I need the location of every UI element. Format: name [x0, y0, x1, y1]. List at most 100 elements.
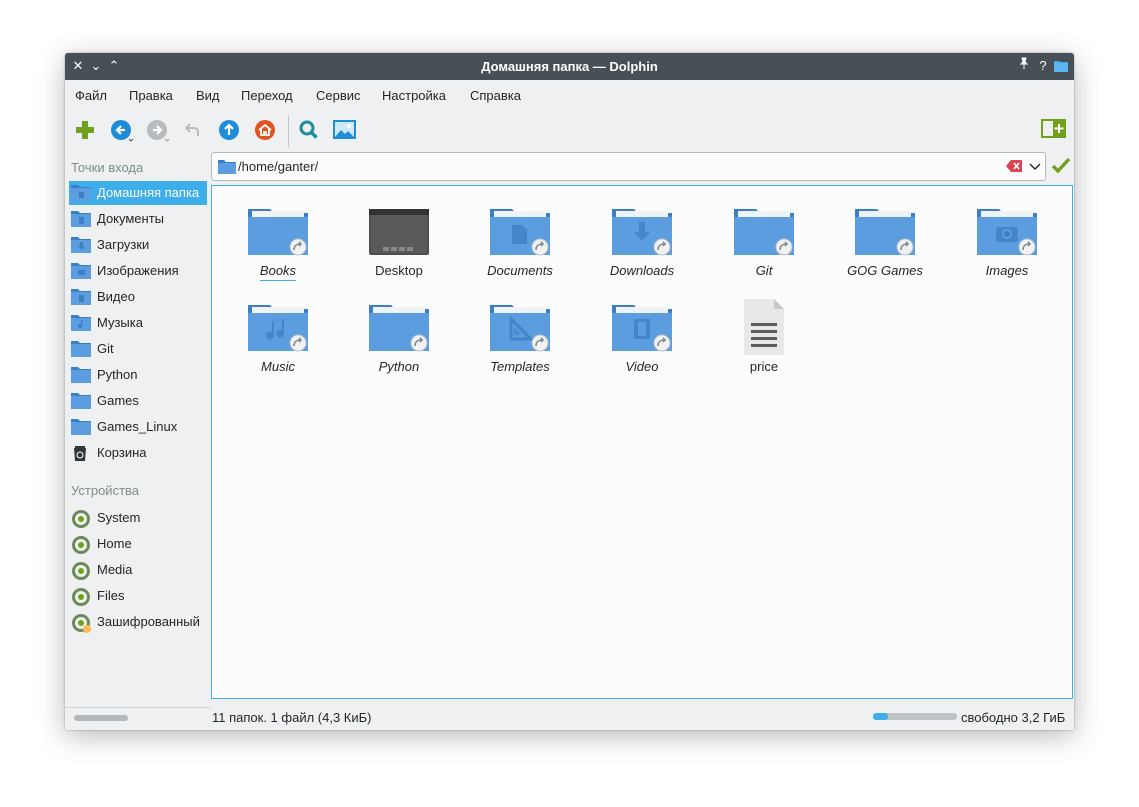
file-name: Downloads — [609, 263, 675, 278]
sidebar-item-games_linux[interactable]: Games_Linux — [69, 415, 207, 439]
split-view-icon — [1041, 119, 1066, 138]
location-path-input[interactable]: /home/ganter/ — [238, 159, 318, 174]
folder-link-icon — [246, 299, 310, 355]
file-name: Books — [259, 263, 297, 278]
folder-icon — [218, 160, 236, 174]
menu-go[interactable]: Переход — [241, 88, 293, 103]
app-menu-button[interactable] — [1053, 57, 1069, 75]
split-view-button[interactable] — [1039, 116, 1067, 144]
sidebar-item-изображения[interactable]: Изображения — [69, 259, 207, 283]
encrypted-drive-icon — [71, 613, 91, 633]
file-name: Git — [755, 263, 773, 278]
file-item-books[interactable]: Books — [223, 203, 333, 293]
videos-folder-icon — [71, 288, 91, 306]
folder-link-icon — [853, 203, 917, 259]
sidebar-item-label: Games — [97, 393, 139, 408]
music-folder-icon — [71, 314, 91, 332]
menu-view[interactable]: Вид — [196, 88, 220, 103]
drive-icon — [71, 509, 91, 528]
undo-button[interactable] — [179, 116, 207, 144]
sidebar-item-label: Документы — [97, 211, 165, 226]
accept-path-icon[interactable] — [1051, 157, 1071, 175]
forward-button[interactable] — [143, 116, 171, 144]
folder-link-icon — [488, 299, 552, 355]
help-button[interactable]: ? — [1035, 57, 1051, 75]
sidebar-device-files[interactable]: Files — [69, 584, 207, 608]
file-name: Documents — [487, 263, 553, 278]
file-item-git[interactable]: Git — [709, 203, 819, 293]
drive-icon — [71, 561, 91, 580]
menu-tools[interactable]: Сервис — [316, 88, 361, 103]
menu-help[interactable]: Справка — [470, 88, 521, 103]
window-title: Домашняя папка — Dolphin — [481, 59, 658, 74]
file-icon-view[interactable]: Books Desktop Documents Downloads Git GOG Gam… — [211, 185, 1073, 699]
sidebar-item-python[interactable]: Python — [69, 363, 207, 387]
file-item-templates[interactable]: Templates — [465, 299, 575, 389]
status-summary: 11 папок. 1 файл (4,3 КиБ) — [212, 710, 372, 725]
file-name: price — [749, 359, 779, 374]
sidebar-device-media[interactable]: Media — [69, 558, 207, 582]
sidebar-item-домашняя-папка[interactable]: Домашняя папка — [69, 181, 207, 205]
sidebar-item-label: Изображения — [97, 263, 179, 278]
file-item-music[interactable]: Music — [223, 299, 333, 389]
sidebar-item-загрузки[interactable]: Загрузки — [69, 233, 207, 257]
home-folder-icon — [71, 184, 91, 202]
file-item-downloads[interactable]: Downloads — [587, 203, 697, 293]
title-bar: ✕ ⌄ ⌃ Домашняя папка — Dolphin ? — [65, 53, 1074, 80]
folder-link-icon — [246, 203, 310, 259]
menu-settings[interactable]: Настройка — [382, 88, 446, 103]
home-button[interactable] — [251, 116, 279, 144]
sidebar-item-git[interactable]: Git — [69, 337, 207, 361]
sidebar-item-видео[interactable]: Видео — [69, 285, 207, 309]
sidebar-device-зашифрованный[interactable]: Зашифрованный — [69, 610, 207, 634]
new-folder-button[interactable] — [71, 116, 99, 144]
preview-button[interactable] — [330, 116, 358, 144]
status-bar: 11 папок. 1 файл (4,3 КиБ) свободно 3,2 … — [65, 704, 1074, 730]
sidebar-item-label: Зашифрованный — [97, 614, 200, 629]
folder-icon — [71, 366, 91, 384]
sidebar-item-label: Музыка — [97, 315, 143, 330]
pin-window-button[interactable] — [1016, 57, 1032, 75]
hover-underline — [260, 280, 296, 281]
file-item-documents[interactable]: Documents — [465, 203, 575, 293]
folder-icon — [71, 418, 91, 436]
sidebar-item-документы[interactable]: Документы — [69, 207, 207, 231]
text-file-icon — [732, 299, 796, 355]
desktop-folder-icon — [367, 203, 431, 259]
file-name: Images — [985, 263, 1029, 278]
search-icon — [299, 120, 318, 139]
search-button[interactable] — [295, 116, 323, 144]
file-name: Video — [625, 359, 659, 374]
sidebar-device-system[interactable]: System — [69, 506, 207, 530]
toolbar-separator — [288, 115, 289, 147]
file-item-desktop[interactable]: Desktop — [344, 203, 454, 293]
file-item-price[interactable]: price — [709, 299, 819, 389]
back-icon — [111, 120, 134, 142]
file-item-images[interactable]: Images — [952, 203, 1062, 293]
file-name: Python — [378, 359, 420, 374]
up-button[interactable] — [215, 116, 243, 144]
preview-icon — [333, 120, 356, 139]
file-item-video[interactable]: Video — [587, 299, 697, 389]
pin-icon — [1019, 57, 1029, 69]
menu-edit[interactable]: Правка — [129, 88, 173, 103]
undo-icon — [184, 123, 199, 136]
folder-icon — [71, 392, 91, 410]
sidebar-item-games[interactable]: Games — [69, 389, 207, 413]
dolphin-window: ✕ ⌄ ⌃ Домашняя папка — Dolphin ? Файл Пр… — [65, 53, 1074, 730]
chevron-down-icon[interactable] — [1028, 159, 1042, 173]
sidebar-device-home[interactable]: Home — [69, 532, 207, 556]
downloads-folder-icon — [71, 236, 91, 254]
file-item-gog-games[interactable]: GOG Games — [830, 203, 940, 293]
folder-link-icon — [367, 299, 431, 355]
trash-icon — [71, 444, 91, 462]
location-bar[interactable]: /home/ganter/ — [211, 152, 1046, 181]
file-item-python[interactable]: Python — [344, 299, 454, 389]
back-button[interactable] — [107, 116, 135, 144]
menu-file[interactable]: Файл — [75, 88, 107, 103]
free-space-bar — [873, 713, 957, 720]
sidebar-item-музыка[interactable]: Музыка — [69, 311, 207, 335]
clear-icon[interactable] — [1006, 160, 1022, 172]
sidebar-item-корзина[interactable]: Корзина — [69, 441, 207, 465]
sidebar-item-label: Корзина — [97, 445, 147, 460]
